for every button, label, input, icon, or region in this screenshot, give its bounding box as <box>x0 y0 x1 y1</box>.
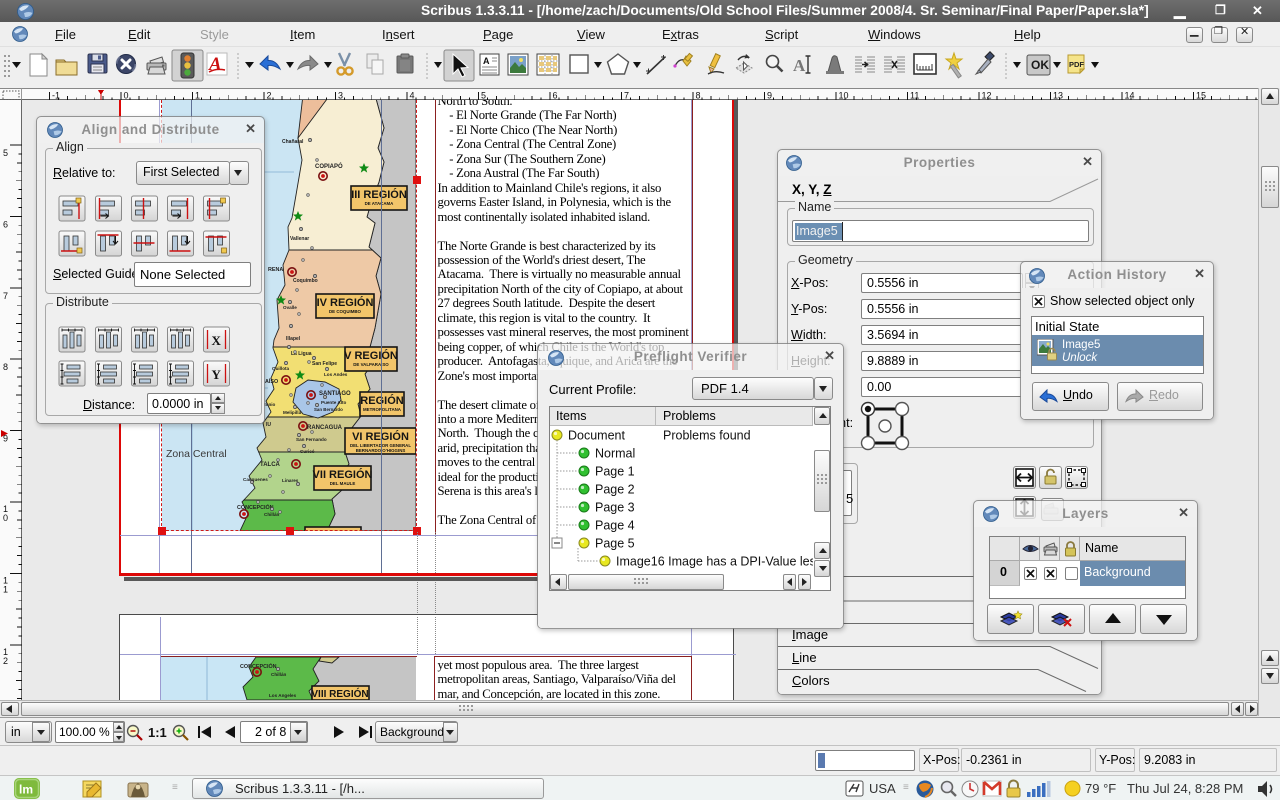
svg-text:1:1: 1:1 <box>148 725 167 740</box>
svg-text:0: 0 <box>3 513 8 523</box>
svg-text:2: 2 <box>3 656 8 666</box>
svg-text:5: 5 <box>481 91 486 101</box>
svg-text:Normal: Normal <box>595 447 635 461</box>
svg-text:0: 0 <box>124 91 129 101</box>
svg-text:Document: Document <box>568 429 625 443</box>
svg-text:lm: lm <box>19 783 33 797</box>
svg-text:8: 8 <box>696 91 701 101</box>
svg-text:4: 4 <box>410 91 415 101</box>
svg-text:Page 4: Page 4 <box>595 519 635 533</box>
svg-text:Page 2: Page 2 <box>595 483 635 497</box>
svg-text:Chillán: Chillán <box>271 672 287 677</box>
svg-text:Page 1: Page 1 <box>595 465 635 479</box>
svg-text:OK: OK <box>1031 58 1049 72</box>
svg-text:15: 15 <box>1196 91 1206 101</box>
svg-text:Problems found: Problems found <box>663 429 751 443</box>
svg-text:7: 7 <box>624 91 629 101</box>
svg-text:3: 3 <box>338 91 343 101</box>
svg-text:14: 14 <box>1125 91 1135 101</box>
svg-text:12: 12 <box>982 91 992 101</box>
svg-text:7: 7 <box>3 291 8 301</box>
svg-text:PDF: PDF <box>1069 60 1084 69</box>
svg-text:10: 10 <box>839 91 849 101</box>
svg-text:11: 11 <box>910 91 919 101</box>
svg-text:1: 1 <box>195 91 200 101</box>
svg-text:1: 1 <box>3 584 8 594</box>
svg-text:VIII REGIÓN: VIII REGIÓN <box>311 687 368 700</box>
svg-text:Page 3: Page 3 <box>595 501 635 515</box>
svg-text:6: 6 <box>553 91 558 101</box>
svg-text:5: 5 <box>3 148 8 158</box>
svg-text:Los Angeles: Los Angeles <box>269 693 297 698</box>
svg-text:8: 8 <box>3 362 8 372</box>
svg-text:9: 9 <box>767 91 772 101</box>
svg-text:A: A <box>793 56 806 75</box>
svg-text:13: 13 <box>1053 91 1063 101</box>
svg-text:A: A <box>483 56 490 66</box>
svg-text:-1: -1 <box>52 91 60 101</box>
svg-text:Page 5: Page 5 <box>595 537 635 551</box>
svg-text:Image16 Image has a DPI-Value: Image16 Image has a DPI-Value les <box>616 555 813 569</box>
svg-text:6: 6 <box>3 219 8 229</box>
svg-text:2: 2 <box>267 91 272 101</box>
